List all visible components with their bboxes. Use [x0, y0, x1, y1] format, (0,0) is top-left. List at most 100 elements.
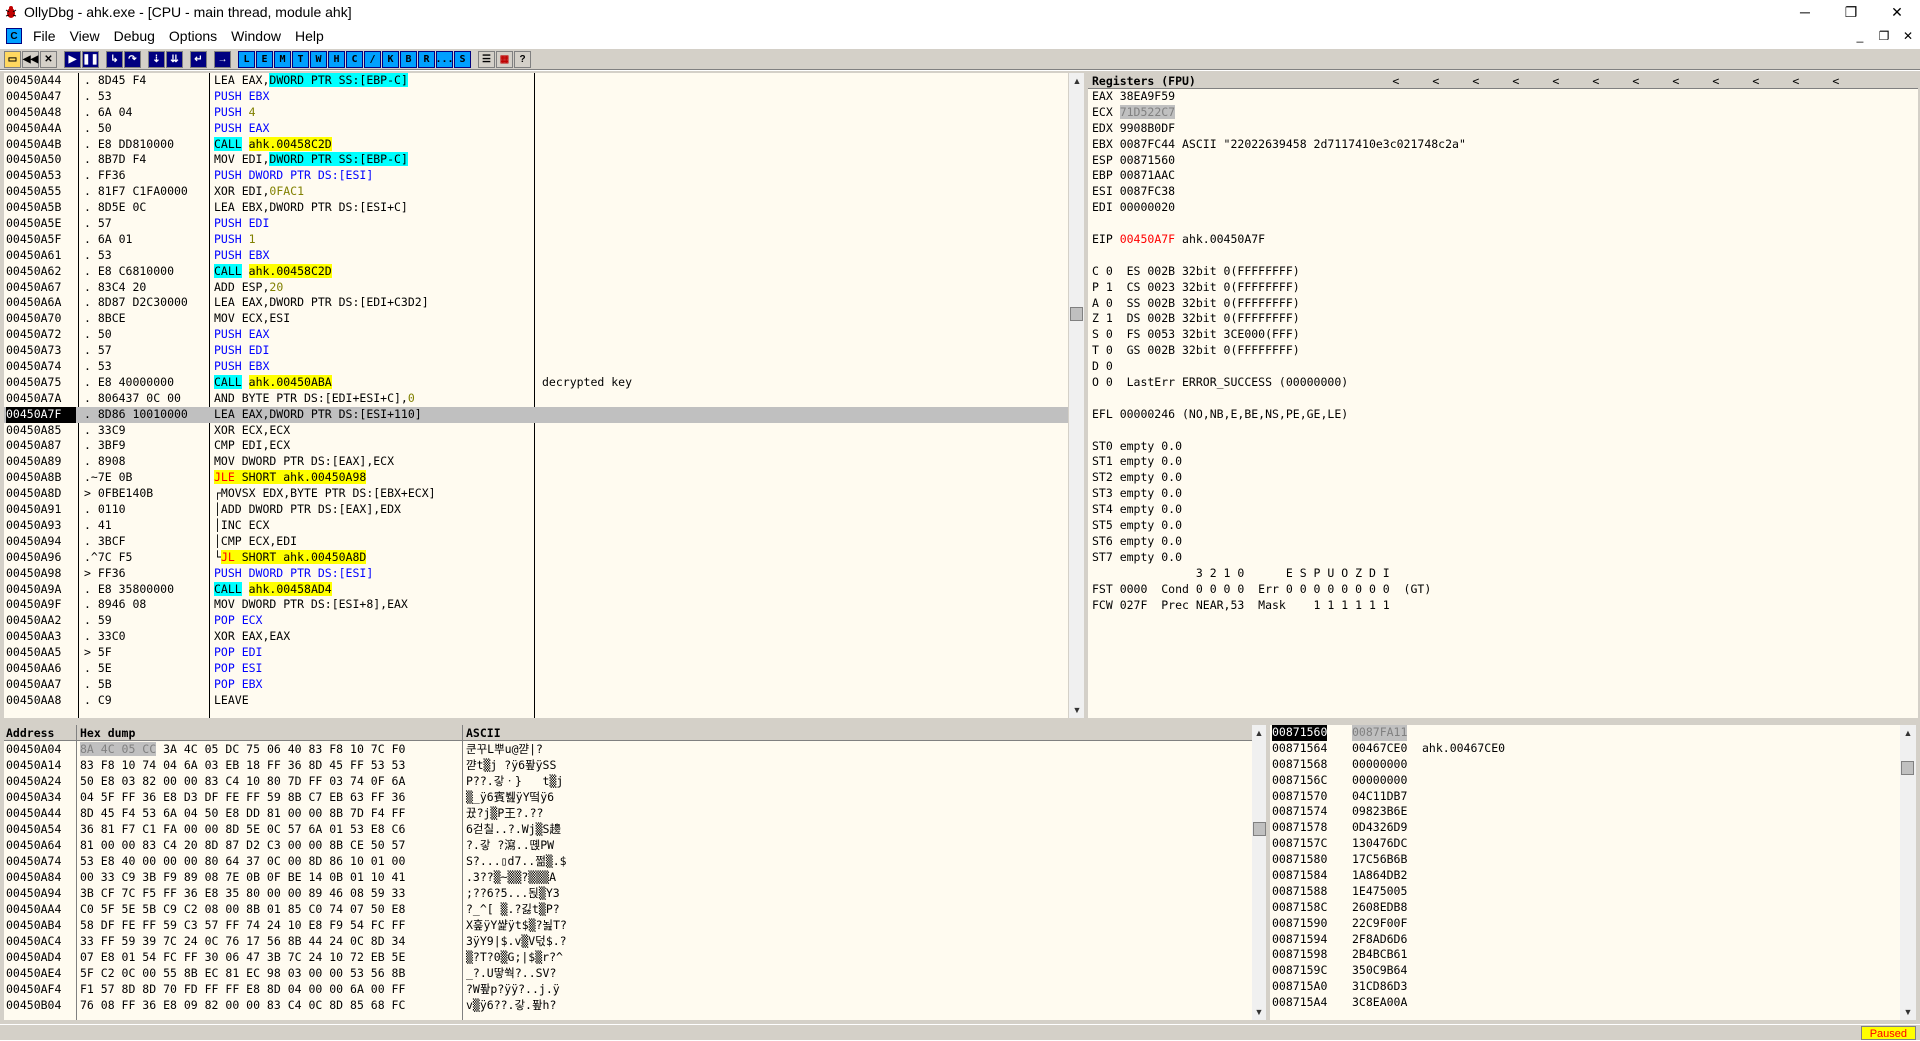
log-window-button[interactable]: L [238, 50, 255, 68]
column-arrow-icon[interactable]: < [1696, 74, 1736, 88]
column-arrow-icon[interactable]: < [1736, 74, 1776, 88]
registers-header[interactable]: Registers (FPU) < < < < < < < < < < < < [1088, 73, 1918, 89]
column-arrow-icon[interactable]: < [1536, 74, 1576, 88]
register-line[interactable]: T 0 GS 002B 32bit 0(FFFFFFFF) [1088, 343, 1918, 359]
cpu-window-button[interactable]: C [346, 50, 363, 68]
disasm-row[interactable]: 00450A72 . 50 PUSH EAX [4, 327, 1068, 343]
register-line[interactable]: ST4 empty 0.0 [1088, 502, 1918, 518]
dump-row[interactable]: 00450A14 83 F8 10 74 04 6A 03 EB 18 FF 36… [4, 757, 1252, 773]
column-arrow-icon[interactable]: < [1776, 74, 1816, 88]
stack-row[interactable]: 00871588 1E475005 [1270, 884, 1900, 900]
register-line[interactable]: C 0 ES 002B 32bit 0(FFFFFFFF) [1088, 264, 1918, 280]
dump-row[interactable]: 00450A74 53 E8 40 00 00 00 80 64 37 0C 00… [4, 853, 1252, 869]
stack-row[interactable]: 00871580 17C56B6B [1270, 852, 1900, 868]
register-line[interactable]: ESI 0087FC38 [1088, 184, 1918, 200]
disasm-row[interactable]: 00450A91 . 0110 │ADD DWORD PTR DS:[EAX],ED… [4, 502, 1068, 518]
scroll-up-icon[interactable]: ▲ [1069, 73, 1085, 89]
dump-scrollbar[interactable]: ▲ ▼ [1252, 725, 1266, 1020]
patches-window-button[interactable]: / [364, 50, 381, 68]
disasm-row[interactable]: 00450A8B .~7E 0B JLE SHORT ahk.00450A98 [4, 470, 1068, 486]
disasm-row[interactable]: 00450A48 . 6A 04 PUSH 4 [4, 105, 1068, 121]
stack-row[interactable]: 00871568 00000000 [1270, 757, 1900, 773]
disasm-row[interactable]: 00450A50 . 8B7D F4 MOV EDI,DWORD PTR SS:[E… [4, 152, 1068, 168]
register-line[interactable]: ESP 00871560 [1088, 153, 1918, 169]
column-arrow-icon[interactable]: < [1376, 74, 1416, 88]
modules-window-button[interactable]: E [256, 50, 273, 68]
memory-window-button[interactable]: M [274, 50, 291, 68]
registers-pane[interactable]: Registers (FPU) < < < < < < < < < < < < EAX 38EA9F5… [1088, 73, 1918, 718]
column-arrow-icon[interactable]: < [1616, 74, 1656, 88]
stack-row[interactable]: 00871594 2F8AD6D6 [1270, 932, 1900, 948]
hex-dump-pane[interactable]: Address Hex dump ASCII 00450A04 8A 4C 05 … [4, 725, 1252, 1020]
stack-pane[interactable]: 00871560 0087FA11 00871564 00467CE0 ahk.0046… [1270, 725, 1900, 1020]
close-button[interactable]: ✕ [1874, 0, 1920, 24]
stack-row[interactable]: 008715A4 3C8EA00A [1270, 995, 1900, 1011]
menu-help[interactable]: Help [288, 28, 331, 44]
column-arrow-icon[interactable]: < [1496, 74, 1536, 88]
disasm-row[interactable]: 00450A55 . 81F7 C1FA0000 XOR EDI,0FAC1 [4, 184, 1068, 200]
dump-row[interactable]: 00450AC4 33 FF 59 39 7C 24 0C 76 17 56 8B… [4, 933, 1252, 949]
list-icon[interactable]: ☰ [478, 50, 495, 68]
register-line[interactable]: ST7 empty 0.0 [1088, 550, 1918, 566]
register-line[interactable]: EIP 00450A7F ahk.00450A7F [1088, 232, 1918, 248]
disasm-row[interactable]: 00450A44 . 8D45 F4 LEA EAX,DWORD PTR SS:[E… [4, 73, 1068, 89]
dump-row[interactable]: 00450B04 76 08 FF 36 E8 09 82 00 00 83 C4… [4, 997, 1252, 1013]
dump-scroll-thumb[interactable] [1253, 822, 1266, 836]
disasm-row[interactable]: 00450A75 . E8 40000000 CALL ahk.00450ABA de… [4, 374, 1068, 391]
trace-into-icon[interactable]: ⇣ [148, 50, 165, 68]
register-line[interactable]: O 0 LastErr ERROR_SUCCESS (00000000) [1088, 375, 1918, 391]
step-over-icon[interactable]: ↷ [124, 50, 141, 68]
column-arrow-icon[interactable]: < [1576, 74, 1616, 88]
stack-row[interactable]: 00871598 2B4BCB61 [1270, 947, 1900, 963]
menu-file[interactable]: File [26, 28, 63, 44]
step-into-icon[interactable]: ↳ [106, 50, 123, 68]
register-line[interactable] [1088, 423, 1918, 439]
stack-row[interactable]: 008715A0 31CD86D3 [1270, 979, 1900, 995]
register-line[interactable] [1088, 391, 1918, 407]
disasm-row[interactable]: 00450A6A . 8D87 D2C30000 LEA EAX,DWORD PTR… [4, 295, 1068, 311]
register-line[interactable]: EDI 00000020 [1088, 200, 1918, 216]
menu-view[interactable]: View [63, 28, 107, 44]
stack-scroll-thumb[interactable] [1901, 761, 1914, 775]
dump-row[interactable]: 00450A44 8D 45 F4 53 6A 04 50 E8 DD 81 00… [4, 805, 1252, 821]
disasm-row[interactable]: 00450A74 . 53 PUSH EBX [4, 359, 1068, 375]
stack-scrollbar[interactable]: ▲ ▼ [1900, 725, 1916, 1020]
disasm-row[interactable]: 00450A73 . 57 PUSH EDI [4, 343, 1068, 359]
disasm-row[interactable]: 00450A93 . 41 │INC ECX [4, 518, 1068, 534]
execute-till-return-icon[interactable]: ↵ [190, 50, 207, 68]
disasm-row[interactable]: 00450A70 . 8BCE MOV ECX,ESI [4, 311, 1068, 327]
register-line[interactable]: 3 2 1 0 E S P U O Z D I [1088, 566, 1918, 582]
dump-row[interactable]: 00450A34 04 5F FF 36 E8 D3 DF FE FF 59 8B… [4, 789, 1252, 805]
trace-over-icon[interactable]: ⇊ [166, 50, 183, 68]
dump-row[interactable]: 00450A94 3B CF 7C F5 FF 36 E8 35 80 00 00… [4, 885, 1252, 901]
dump-row[interactable]: 00450A54 36 81 F7 C1 FA 00 00 8D 5E 0C 57… [4, 821, 1252, 837]
register-line[interactable]: EFL 00000246 (NO,NB,E,BE,NS,PE,GE,LE) [1088, 407, 1918, 423]
grid-icon[interactable]: ▦ [496, 50, 513, 68]
stack-row[interactable]: 0087157C 130476DC [1270, 836, 1900, 852]
disasm-row[interactable]: 00450A7A . 806437 0C 00 AND BYTE PTR DS:[E… [4, 391, 1068, 407]
register-line[interactable]: FST 0000 Cond 0 0 0 0 Err 0 0 0 0 0 0 0 … [1088, 582, 1918, 598]
disasm-row[interactable]: 00450A61 . 53 PUSH EBX [4, 248, 1068, 264]
mdi-minimize-button[interactable]: _ [1848, 24, 1872, 48]
register-line[interactable]: P 1 CS 0023 32bit 0(FFFFFFFF) [1088, 280, 1918, 296]
register-line[interactable]: ECX 71D522C7 [1088, 104, 1918, 121]
disasm-row[interactable]: 00450A89 . 8908 MOV DWORD PTR DS:[EAX],ECX [4, 454, 1068, 470]
open-icon[interactable]: ▭ [4, 50, 21, 68]
register-line[interactable]: ST6 empty 0.0 [1088, 534, 1918, 550]
disassembly-scroll-thumb[interactable] [1070, 307, 1083, 321]
disassembly-scrollbar[interactable]: ▲ ▼ [1068, 73, 1084, 718]
disasm-row[interactable]: 00450A5B . 8D5E 0C LEA EBX,DWORD PTR DS:[E… [4, 200, 1068, 216]
dump-address-column-header[interactable]: Address [6, 726, 54, 740]
disasm-row[interactable]: 00450A9F . 8946 08 MOV DWORD PTR DS:[ESI+8… [4, 597, 1068, 613]
stack-row[interactable]: 00871590 22C9F00F [1270, 916, 1900, 932]
dump-row[interactable]: 00450AA4 C0 5F 5E 5B C9 C2 08 00 8B 01 85… [4, 901, 1252, 917]
help-icon[interactable]: ? [514, 50, 531, 68]
dump-row[interactable]: 00450AB4 58 DF FE FF 59 C3 57 FF 74 24 10… [4, 917, 1252, 933]
menu-window[interactable]: Window [224, 28, 288, 44]
column-arrow-icon[interactable]: < [1456, 74, 1496, 88]
disasm-row[interactable]: 00450A5E . 57 PUSH EDI [4, 216, 1068, 232]
register-line[interactable]: EAX 38EA9F59 [1088, 89, 1918, 105]
scroll-up-icon[interactable]: ▲ [1252, 725, 1266, 741]
stack-row[interactable]: 0087158C 2608EDB8 [1270, 900, 1900, 916]
close-debuggee-icon[interactable]: ✕ [40, 50, 57, 68]
